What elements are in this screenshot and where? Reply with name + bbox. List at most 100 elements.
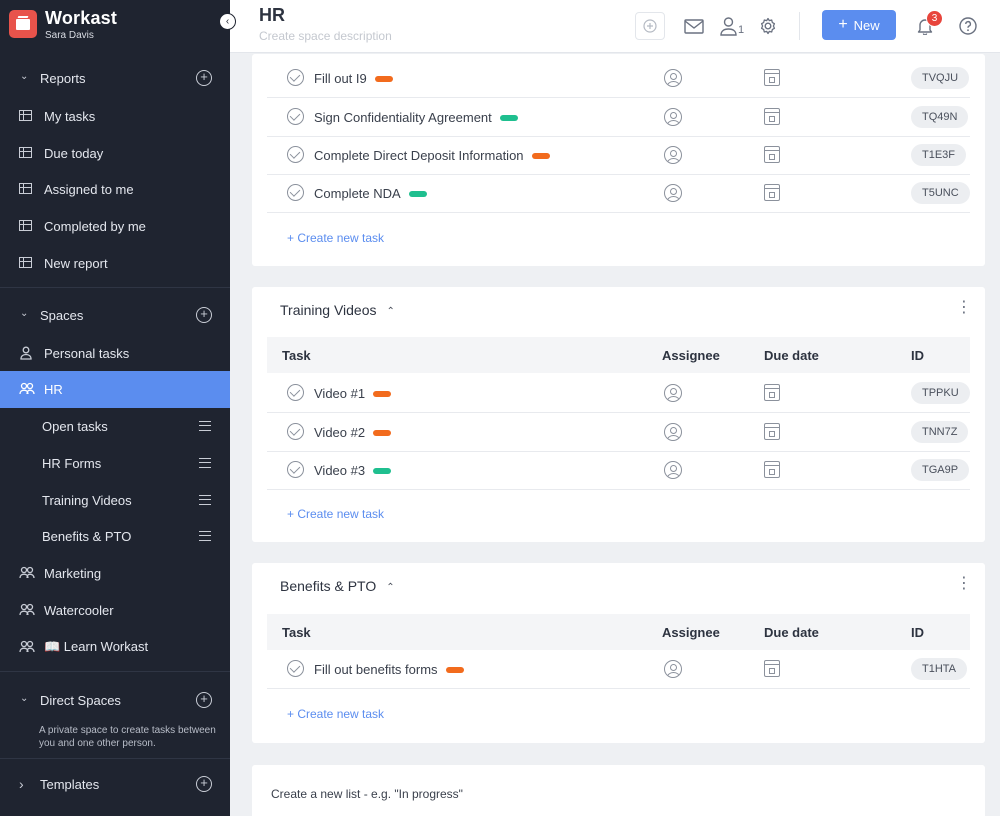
list-title[interactable]: Benefits & PTO ⌃ — [280, 578, 395, 594]
menu-icon[interactable] — [199, 531, 211, 541]
check-circle-icon[interactable] — [287, 69, 304, 86]
add-space-icon[interactable]: + — [196, 307, 212, 323]
table-row[interactable]: Complete NDA T5UNC — [267, 174, 970, 213]
user-circle-icon[interactable] — [664, 660, 682, 678]
task-name[interactable]: Fill out benefits forms — [314, 662, 464, 677]
column-task[interactable]: Task — [282, 625, 311, 640]
spaces-section-header[interactable]: ⌄ Spaces + — [0, 298, 230, 332]
sidebar-item-personal-tasks[interactable]: Personal tasks — [0, 336, 230, 370]
sidebar-item-marketing[interactable]: Marketing — [0, 556, 230, 590]
table-row[interactable]: Complete Direct Deposit Information T1E3… — [267, 136, 970, 175]
table-row[interactable]: Fill out I9 TVQJU — [267, 59, 970, 98]
add-direct-space-icon[interactable]: + — [196, 692, 212, 708]
sidebar-item-benefits-pto[interactable]: Benefits & PTO — [0, 519, 230, 553]
new-button[interactable]: + New — [822, 10, 896, 40]
sidebar-item-completed-by-me[interactable]: Completed by me — [0, 209, 230, 243]
check-circle-icon[interactable] — [287, 146, 304, 163]
calendar-icon[interactable] — [764, 660, 780, 677]
sidebar-item-hr-forms[interactable]: HR Forms — [0, 446, 230, 480]
more-vertical-icon[interactable]: ⋮ — [956, 300, 972, 316]
create-task-link[interactable]: + Create new task — [287, 507, 384, 521]
sidebar-item-watercooler[interactable]: Watercooler — [0, 593, 230, 627]
user-circle-icon[interactable] — [664, 184, 682, 202]
calendar-icon[interactable] — [764, 384, 780, 401]
task-id: TGA9P — [911, 459, 970, 481]
user-circle-icon[interactable] — [664, 461, 682, 479]
table-row[interactable]: Sign Confidentiality Agreement TQ49N — [267, 98, 970, 137]
list-title[interactable]: Training Videos ⌃ — [280, 302, 395, 318]
table-row[interactable]: Video #3 TGA9P — [267, 451, 970, 490]
more-vertical-icon[interactable]: ⋮ — [956, 576, 972, 592]
table-row[interactable]: Video #1 TPPKU — [267, 374, 970, 413]
task-name[interactable]: Fill out I9 — [314, 71, 393, 86]
column-id[interactable]: ID — [911, 348, 924, 363]
add-report-icon[interactable]: + — [196, 70, 212, 86]
direct-spaces-section-header[interactable]: ⌄ Direct Spaces + — [0, 683, 230, 717]
task-name[interactable]: Sign Confidentiality Agreement — [314, 110, 518, 125]
calendar-icon[interactable] — [764, 108, 780, 125]
menu-icon[interactable] — [199, 495, 211, 505]
check-circle-icon[interactable] — [287, 384, 304, 401]
task-name[interactable]: Video #1 — [314, 386, 392, 401]
user-circle-icon[interactable] — [664, 108, 682, 126]
create-task-link[interactable]: + Create new task — [287, 231, 384, 245]
mail-icon[interactable] — [682, 12, 706, 40]
members-button[interactable]: 1 — [716, 12, 748, 40]
add-icon[interactable] — [635, 12, 665, 40]
user-circle-icon[interactable] — [664, 423, 682, 441]
sidebar-item-hr[interactable]: HR — [0, 371, 230, 408]
sidebar-item-open-tasks[interactable]: Open tasks — [0, 409, 230, 443]
sidebar-item-new-report[interactable]: New report — [0, 246, 230, 280]
calendar-icon[interactable] — [764, 423, 780, 440]
task-name-text: Video #3 — [314, 463, 366, 478]
calendar-icon[interactable] — [764, 69, 780, 86]
user-circle-icon[interactable] — [664, 146, 682, 164]
check-circle-icon[interactable] — [287, 184, 304, 201]
tag-badge — [373, 390, 392, 397]
column-due-date[interactable]: Due date — [764, 348, 819, 363]
column-assignee[interactable]: Assignee — [662, 348, 720, 363]
column-id[interactable]: ID — [911, 625, 924, 640]
table-row[interactable]: Video #2 TNN7Z — [267, 413, 970, 452]
reports-section-header[interactable]: ⌄ Reports + — [0, 61, 230, 95]
chevron-up-icon[interactable]: ⌃ — [387, 306, 395, 317]
check-circle-icon[interactable] — [287, 461, 304, 478]
sidebar-item-training-videos[interactable]: Training Videos — [0, 483, 230, 517]
table-row[interactable]: Fill out benefits forms T1HTA — [267, 650, 970, 689]
task-name[interactable]: Complete Direct Deposit Information — [314, 148, 550, 163]
column-assignee[interactable]: Assignee — [662, 625, 720, 640]
chevron-left-icon[interactable]: ‹ — [219, 13, 236, 30]
sidebar-item-label: My tasks — [44, 108, 96, 124]
sidebar-item-label: Assigned to me — [44, 181, 134, 197]
check-circle-icon[interactable] — [287, 108, 304, 125]
user-circle-icon[interactable] — [664, 69, 682, 87]
chevron-up-icon[interactable]: ⌃ — [386, 582, 394, 593]
new-list-input[interactable]: Create a new list - e.g. "In progress" — [252, 765, 985, 816]
gear-icon[interactable] — [757, 12, 779, 40]
create-task-link[interactable]: + Create new task — [287, 707, 384, 721]
task-name[interactable]: Video #3 — [314, 463, 392, 478]
column-task[interactable]: Task — [282, 348, 311, 363]
calendar-icon[interactable] — [764, 184, 780, 201]
sidebar-item-learn-workast[interactable]: 📖 Learn Workast — [0, 630, 230, 664]
add-template-icon[interactable]: + — [196, 776, 212, 792]
space-description-input[interactable]: Create space description — [259, 29, 392, 43]
task-name[interactable]: Complete NDA — [314, 186, 427, 201]
brand[interactable]: Workast Sara Davis — [9, 7, 117, 42]
task-name[interactable]: Video #2 — [314, 425, 392, 440]
column-due-date[interactable]: Due date — [764, 625, 819, 640]
menu-icon[interactable] — [199, 421, 211, 431]
templates-section-header[interactable]: › Templates + — [0, 767, 230, 801]
calendar-icon[interactable] — [764, 461, 780, 478]
sidebar-item-assigned-to-me[interactable]: Assigned to me — [0, 172, 230, 206]
users-icon — [19, 566, 35, 580]
help-icon[interactable] — [957, 12, 979, 40]
user-circle-icon[interactable] — [664, 384, 682, 402]
check-circle-icon[interactable] — [287, 423, 304, 440]
sidebar-item-due-today[interactable]: Due today — [0, 136, 230, 170]
calendar-icon[interactable] — [764, 146, 780, 163]
check-circle-icon[interactable] — [287, 660, 304, 677]
menu-icon[interactable] — [199, 458, 211, 468]
sidebar-item-label: 📖 Learn Workast — [44, 639, 149, 654]
sidebar-item-my-tasks[interactable]: My tasks — [0, 99, 230, 133]
